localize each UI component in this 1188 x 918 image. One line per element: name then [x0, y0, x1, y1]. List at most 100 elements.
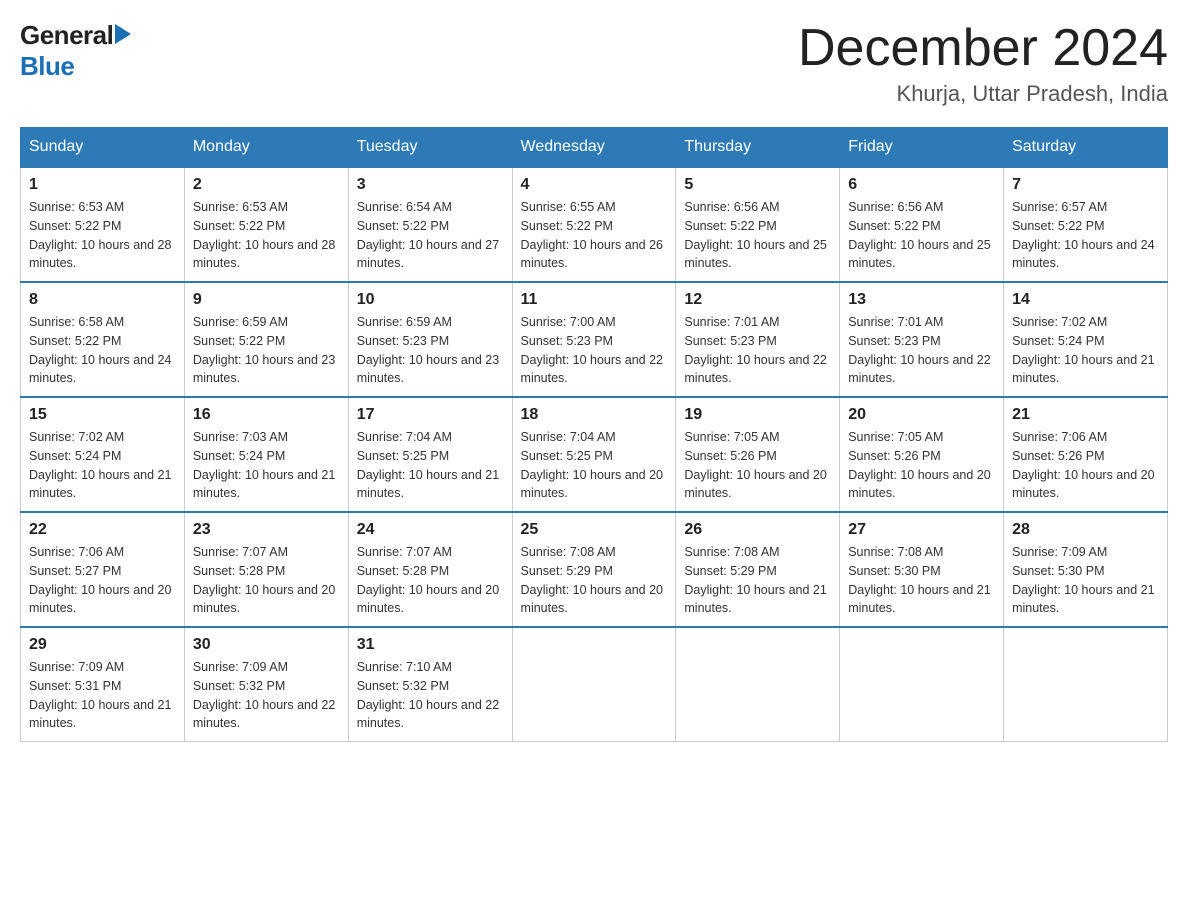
day-cell: 23 Sunrise: 7:07 AMSunset: 5:28 PMDaylig… — [184, 512, 348, 627]
day-info: Sunrise: 7:03 AMSunset: 5:24 PMDaylight:… — [193, 428, 340, 503]
day-info: Sunrise: 7:05 AMSunset: 5:26 PMDaylight:… — [848, 428, 995, 503]
day-info: Sunrise: 7:02 AMSunset: 5:24 PMDaylight:… — [29, 428, 176, 503]
day-info: Sunrise: 6:56 AMSunset: 5:22 PMDaylight:… — [848, 198, 995, 273]
header-cell-sunday: Sunday — [21, 128, 185, 168]
day-number: 15 — [29, 406, 176, 424]
day-number: 19 — [684, 406, 831, 424]
day-number: 3 — [357, 176, 504, 194]
day-cell: 19 Sunrise: 7:05 AMSunset: 5:26 PMDaylig… — [676, 397, 840, 512]
day-cell: 21 Sunrise: 7:06 AMSunset: 5:26 PMDaylig… — [1004, 397, 1168, 512]
day-cell: 29 Sunrise: 7:09 AMSunset: 5:31 PMDaylig… — [21, 627, 185, 742]
day-number: 29 — [29, 636, 176, 654]
day-info: Sunrise: 6:59 AMSunset: 5:22 PMDaylight:… — [193, 313, 340, 388]
day-info: Sunrise: 7:00 AMSunset: 5:23 PMDaylight:… — [521, 313, 668, 388]
logo-general-text: General — [20, 20, 113, 51]
day-cell: 17 Sunrise: 7:04 AMSunset: 5:25 PMDaylig… — [348, 397, 512, 512]
day-info: Sunrise: 7:09 AMSunset: 5:31 PMDaylight:… — [29, 658, 176, 733]
day-info: Sunrise: 6:54 AMSunset: 5:22 PMDaylight:… — [357, 198, 504, 273]
day-cell: 6 Sunrise: 6:56 AMSunset: 5:22 PMDayligh… — [840, 167, 1004, 282]
logo-arrow-icon — [115, 24, 131, 44]
day-cell: 13 Sunrise: 7:01 AMSunset: 5:23 PMDaylig… — [840, 282, 1004, 397]
day-number: 17 — [357, 406, 504, 424]
day-cell: 2 Sunrise: 6:53 AMSunset: 5:22 PMDayligh… — [184, 167, 348, 282]
day-number: 18 — [521, 406, 668, 424]
day-info: Sunrise: 6:53 AMSunset: 5:22 PMDaylight:… — [29, 198, 176, 273]
header-cell-tuesday: Tuesday — [348, 128, 512, 168]
day-info: Sunrise: 7:05 AMSunset: 5:26 PMDaylight:… — [684, 428, 831, 503]
day-number: 4 — [521, 176, 668, 194]
day-cell: 24 Sunrise: 7:07 AMSunset: 5:28 PMDaylig… — [348, 512, 512, 627]
day-number: 6 — [848, 176, 995, 194]
day-cell: 25 Sunrise: 7:08 AMSunset: 5:29 PMDaylig… — [512, 512, 676, 627]
day-cell — [676, 627, 840, 742]
day-number: 27 — [848, 521, 995, 539]
day-number: 20 — [848, 406, 995, 424]
day-info: Sunrise: 7:08 AMSunset: 5:29 PMDaylight:… — [684, 543, 831, 618]
day-cell: 4 Sunrise: 6:55 AMSunset: 5:22 PMDayligh… — [512, 167, 676, 282]
calendar-table: SundayMondayTuesdayWednesdayThursdayFrid… — [20, 127, 1168, 742]
week-row-1: 1 Sunrise: 6:53 AMSunset: 5:22 PMDayligh… — [21, 167, 1168, 282]
week-row-3: 15 Sunrise: 7:02 AMSunset: 5:24 PMDaylig… — [21, 397, 1168, 512]
day-number: 24 — [357, 521, 504, 539]
day-number: 9 — [193, 291, 340, 309]
day-info: Sunrise: 7:06 AMSunset: 5:27 PMDaylight:… — [29, 543, 176, 618]
week-row-5: 29 Sunrise: 7:09 AMSunset: 5:31 PMDaylig… — [21, 627, 1168, 742]
day-number: 23 — [193, 521, 340, 539]
day-cell: 15 Sunrise: 7:02 AMSunset: 5:24 PMDaylig… — [21, 397, 185, 512]
header: General Blue December 2024 Khurja, Uttar… — [20, 20, 1168, 107]
day-number: 13 — [848, 291, 995, 309]
day-cell: 28 Sunrise: 7:09 AMSunset: 5:30 PMDaylig… — [1004, 512, 1168, 627]
day-info: Sunrise: 7:08 AMSunset: 5:29 PMDaylight:… — [521, 543, 668, 618]
day-cell: 26 Sunrise: 7:08 AMSunset: 5:29 PMDaylig… — [676, 512, 840, 627]
day-cell — [512, 627, 676, 742]
header-cell-friday: Friday — [840, 128, 1004, 168]
day-cell: 11 Sunrise: 7:00 AMSunset: 5:23 PMDaylig… — [512, 282, 676, 397]
day-info: Sunrise: 7:09 AMSunset: 5:32 PMDaylight:… — [193, 658, 340, 733]
day-cell: 5 Sunrise: 6:56 AMSunset: 5:22 PMDayligh… — [676, 167, 840, 282]
day-info: Sunrise: 7:04 AMSunset: 5:25 PMDaylight:… — [521, 428, 668, 503]
header-row: SundayMondayTuesdayWednesdayThursdayFrid… — [21, 128, 1168, 168]
day-info: Sunrise: 7:07 AMSunset: 5:28 PMDaylight:… — [193, 543, 340, 618]
day-number: 12 — [684, 291, 831, 309]
day-info: Sunrise: 7:01 AMSunset: 5:23 PMDaylight:… — [684, 313, 831, 388]
day-info: Sunrise: 6:56 AMSunset: 5:22 PMDaylight:… — [684, 198, 831, 273]
day-number: 21 — [1012, 406, 1159, 424]
week-row-4: 22 Sunrise: 7:06 AMSunset: 5:27 PMDaylig… — [21, 512, 1168, 627]
header-cell-monday: Monday — [184, 128, 348, 168]
header-cell-saturday: Saturday — [1004, 128, 1168, 168]
day-cell: 20 Sunrise: 7:05 AMSunset: 5:26 PMDaylig… — [840, 397, 1004, 512]
day-info: Sunrise: 7:08 AMSunset: 5:30 PMDaylight:… — [848, 543, 995, 618]
day-number: 30 — [193, 636, 340, 654]
day-cell: 22 Sunrise: 7:06 AMSunset: 5:27 PMDaylig… — [21, 512, 185, 627]
day-number: 28 — [1012, 521, 1159, 539]
day-cell — [840, 627, 1004, 742]
day-number: 11 — [521, 291, 668, 309]
day-cell: 9 Sunrise: 6:59 AMSunset: 5:22 PMDayligh… — [184, 282, 348, 397]
day-number: 14 — [1012, 291, 1159, 309]
day-info: Sunrise: 6:53 AMSunset: 5:22 PMDaylight:… — [193, 198, 340, 273]
title-area: December 2024 Khurja, Uttar Pradesh, Ind… — [798, 20, 1168, 107]
day-info: Sunrise: 6:55 AMSunset: 5:22 PMDaylight:… — [521, 198, 668, 273]
calendar-title: December 2024 — [798, 20, 1168, 77]
day-cell: 14 Sunrise: 7:02 AMSunset: 5:24 PMDaylig… — [1004, 282, 1168, 397]
day-number: 10 — [357, 291, 504, 309]
week-row-2: 8 Sunrise: 6:58 AMSunset: 5:22 PMDayligh… — [21, 282, 1168, 397]
calendar-subtitle: Khurja, Uttar Pradesh, India — [798, 81, 1168, 107]
day-cell: 8 Sunrise: 6:58 AMSunset: 5:22 PMDayligh… — [21, 282, 185, 397]
day-cell: 16 Sunrise: 7:03 AMSunset: 5:24 PMDaylig… — [184, 397, 348, 512]
logo-blue-text: Blue — [20, 51, 74, 82]
day-info: Sunrise: 7:06 AMSunset: 5:26 PMDaylight:… — [1012, 428, 1159, 503]
day-cell — [1004, 627, 1168, 742]
day-number: 8 — [29, 291, 176, 309]
day-cell: 3 Sunrise: 6:54 AMSunset: 5:22 PMDayligh… — [348, 167, 512, 282]
day-number: 5 — [684, 176, 831, 194]
day-info: Sunrise: 7:10 AMSunset: 5:32 PMDaylight:… — [357, 658, 504, 733]
day-info: Sunrise: 7:07 AMSunset: 5:28 PMDaylight:… — [357, 543, 504, 618]
day-cell: 27 Sunrise: 7:08 AMSunset: 5:30 PMDaylig… — [840, 512, 1004, 627]
day-info: Sunrise: 7:02 AMSunset: 5:24 PMDaylight:… — [1012, 313, 1159, 388]
day-number: 7 — [1012, 176, 1159, 194]
day-number: 1 — [29, 176, 176, 194]
header-cell-thursday: Thursday — [676, 128, 840, 168]
day-cell: 30 Sunrise: 7:09 AMSunset: 5:32 PMDaylig… — [184, 627, 348, 742]
day-cell: 7 Sunrise: 6:57 AMSunset: 5:22 PMDayligh… — [1004, 167, 1168, 282]
